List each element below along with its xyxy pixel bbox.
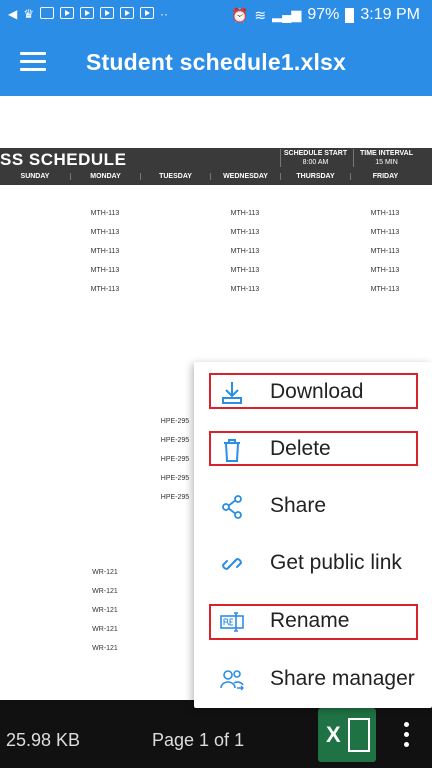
schedule-cell: MTH-113 [230, 229, 260, 236]
schedule-cell: MTH-113 [370, 229, 400, 236]
schedule-cell: WR-121 [92, 569, 118, 576]
day-header: SUNDAY [20, 173, 50, 180]
youtube-icon [140, 7, 154, 19]
schedule-cell: WR-121 [92, 607, 118, 614]
schedule-cell: MTH-113 [370, 267, 400, 274]
notification-icons: ◀ ♛ ·· [8, 7, 168, 21]
menu-item-label: Share manager [270, 667, 415, 690]
wifi-icon: ≋ [254, 6, 267, 23]
youtube-icon [60, 7, 74, 19]
schedule-cell: WR-121 [92, 588, 118, 595]
menu-item-label: Get public link [270, 551, 402, 574]
day-header: FRIDAY [350, 173, 420, 180]
app-bar: Student schedule1.xlsx [0, 30, 432, 96]
status-bar: ◀ ♛ ·· ⏰ ≋ ▂▄▆ 97% 3:19 PM [0, 0, 432, 30]
highlight-box-download [209, 373, 418, 409]
schedule-start-box: SCHEDULE START 8:00 AM [280, 149, 350, 167]
share-icon [222, 495, 242, 519]
more-notifications-icon: ·· [160, 7, 168, 21]
youtube-icon [100, 7, 114, 19]
file-size: 25.98 KB [6, 730, 81, 750]
day-header: THURSDAY [280, 173, 350, 180]
mail-icon [40, 7, 54, 19]
schedule-cell: MTH-113 [90, 229, 120, 236]
schedule-cell: WR-121 [92, 626, 118, 633]
highlight-box-rename [209, 604, 418, 640]
bottom-bar: 25.98 KB Page 1 of 1 X [0, 700, 432, 768]
file-title: Student schedule1.xlsx [86, 49, 347, 75]
menu-item-label: Share [270, 494, 327, 517]
schedule-cell: MTH-113 [370, 286, 400, 293]
schedule-cell: WR-121 [92, 645, 118, 652]
schedule-cell: MTH-113 [370, 248, 400, 255]
youtube-icon [120, 7, 134, 19]
schedule-title: SS SCHEDULE [0, 150, 127, 169]
back-arrow-icon: ◀ [8, 7, 18, 21]
schedule-cell: MTH-113 [90, 248, 120, 255]
schedule-cell: MTH-113 [230, 267, 260, 274]
link-icon [221, 557, 243, 571]
schedule-cell: MTH-113 [230, 210, 260, 217]
schedule-cell: MTH-113 [90, 267, 120, 274]
youtube-icon [80, 7, 94, 19]
schedule-header: SS SCHEDULE SCHEDULE START 8:00 AM TIME … [0, 148, 432, 171]
more-options-icon[interactable] [400, 722, 412, 752]
battery-icon [345, 7, 355, 23]
schedule-start-value: 8:00 AM [302, 159, 329, 166]
time-interval-label: TIME INTERVAL [359, 150, 414, 157]
time-interval-box: TIME INTERVAL 15 MIN [353, 149, 419, 167]
schedule-cell: MTH-113 [370, 210, 400, 217]
crown-icon: ♛ [23, 7, 34, 21]
day-header: WEDNESDAY [210, 173, 280, 180]
excel-app-icon[interactable]: X [318, 708, 376, 762]
day-header: MONDAY [70, 173, 140, 180]
battery-percent: 97% [307, 6, 340, 23]
schedule-cell: MTH-113 [90, 286, 120, 293]
alarm-icon: ⏰ [230, 6, 249, 23]
menu-item-get-public-link[interactable]: Get public link [194, 535, 432, 592]
menu-item-share-manager[interactable]: Share manager [194, 651, 432, 708]
schedule-cell: MTH-113 [230, 248, 260, 255]
share-manager-icon [220, 670, 244, 691]
highlight-box-delete [209, 431, 418, 466]
clock: 3:19 PM [360, 6, 420, 23]
signal-icon: ▂▄▆ [272, 7, 302, 22]
schedule-start-label: SCHEDULE START [283, 150, 348, 157]
menu-item-share[interactable]: Share [194, 478, 432, 535]
status-right: ⏰ ≋ ▂▄▆ 97% 3:19 PM [231, 6, 420, 24]
day-header: TUESDAY [140, 173, 210, 180]
hamburger-menu-icon[interactable] [20, 52, 46, 72]
days-header-row: SUNDAY MONDAY TUESDAY WEDNESDAY THURSDAY… [0, 171, 432, 185]
context-menu: Download Delete Share Get public link Re… [194, 362, 432, 708]
time-interval-value: 15 MIN [375, 159, 398, 166]
page-indicator: Page 1 of 1 [152, 730, 245, 750]
schedule-cell: MTH-113 [230, 286, 260, 293]
schedule-cell: MTH-113 [90, 210, 120, 217]
